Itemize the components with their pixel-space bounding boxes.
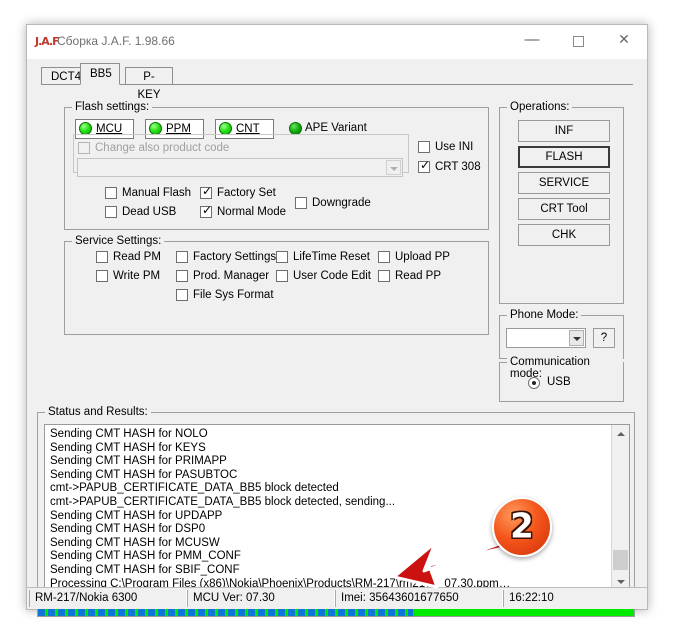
indicator-ape-variant-label: APE Variant (305, 122, 367, 134)
status-log-line: Sending CMT HASH for PRIMAPP (50, 455, 227, 468)
flash-settings-group: Flash settings: MCU PPM CNT APE Variant (64, 101, 489, 230)
user-code-edit-label: User Code Edit (293, 270, 371, 282)
user-code-edit-checkbox[interactable] (276, 270, 288, 282)
check-icon: ✓ (420, 158, 431, 172)
crt-308-label: CRT 308 (435, 161, 481, 173)
phone-mode-combo[interactable] (506, 328, 586, 348)
minimize-icon: — (524, 31, 540, 48)
service-button[interactable]: SERVICE (518, 172, 610, 194)
operations-group: Operations: INF FLASH SERVICE CRT Tool C… (499, 101, 624, 304)
inf-button[interactable]: INF (518, 120, 610, 142)
read-pp-label: Read PP (395, 270, 442, 282)
tab-bar: DCT4 BB5 P-KEY (41, 63, 633, 101)
status-cell-imei: Imei: 35643601677650 (335, 590, 503, 607)
close-button[interactable]: ✕ (601, 25, 647, 55)
write-pm-label: Write PM (113, 270, 161, 282)
normal-mode-label: Normal Mode (217, 206, 287, 218)
downgrade-label: Downgrade (312, 197, 371, 209)
tab-bb5[interactable]: BB5 (80, 63, 120, 85)
communication-mode-group: Communication mode: USB (499, 356, 624, 402)
read-pm-label: Read PM (113, 251, 161, 263)
window-title: Сборка J.A.F. 1.98.66 (57, 34, 175, 48)
use-ini-checkbox[interactable] (418, 141, 430, 153)
crt-tool-button[interactable]: CRT Tool (518, 198, 610, 220)
phone-mode-help-button[interactable]: ? (593, 328, 615, 348)
maximize-button[interactable] (555, 25, 601, 55)
change-product-code-checkbox[interactable] (78, 142, 90, 154)
phone-mode-group: Phone Mode: ? (499, 309, 624, 359)
dead-usb-checkbox[interactable] (105, 206, 117, 218)
read-pm-checkbox[interactable] (96, 251, 108, 263)
minimize-button[interactable]: — (509, 25, 555, 55)
chk-button[interactable]: CHK (518, 224, 610, 246)
chevron-down-icon (617, 580, 625, 584)
tab-dct4[interactable]: DCT4 (41, 67, 81, 85)
prod-manager-label: Prod. Manager (193, 270, 270, 282)
operations-legend: Operations: (507, 101, 573, 113)
status-log-line: Sending CMT HASH for PASUBTOC (50, 468, 238, 481)
close-icon: ✕ (618, 31, 630, 47)
lifetime-reset-label: LifeTime Reset (293, 251, 370, 263)
file-sys-format-label: File Sys Format (193, 289, 274, 301)
file-sys-format-checkbox[interactable] (176, 289, 188, 301)
chevron-down-icon[interactable] (569, 330, 584, 346)
flash-button[interactable]: FLASH (518, 146, 610, 168)
scrollbar-thumb[interactable] (613, 550, 628, 570)
factory-settings-checkbox[interactable] (176, 251, 188, 263)
step-badge-2: 2 (492, 497, 552, 557)
normal-mode-checkbox[interactable]: ✓ (200, 203, 213, 218)
factory-set-checkbox[interactable]: ✓ (200, 184, 213, 199)
manual-flash-label: Manual Flash (122, 187, 192, 199)
check-icon: ✓ (202, 184, 213, 198)
use-ini-label: Use INI (435, 141, 474, 153)
status-log-line: Sending CMT HASH for KEYS (50, 441, 206, 454)
lifetime-reset-checkbox[interactable] (276, 251, 288, 263)
status-log-line: Sending CMT HASH for NOLO (50, 428, 208, 440)
status-log-scrollbar[interactable] (611, 425, 629, 590)
title-bar: J.A.F Сборка J.A.F. 1.98.66 — ✕ (27, 25, 647, 59)
service-settings-group: Service Settings: Read PM Write PM Facto… (64, 235, 489, 335)
app-icon: J.A.F (35, 35, 60, 48)
write-pm-checkbox[interactable] (96, 270, 108, 282)
status-cell-time: 16:22:10 (503, 590, 645, 607)
phone-mode-legend: Phone Mode: (507, 309, 582, 321)
flash-settings-legend: Flash settings: (72, 101, 153, 113)
usb-radio[interactable] (528, 377, 540, 389)
tab-underline (41, 84, 633, 85)
status-cell-model: RM-217/Nokia 6300 (29, 590, 187, 607)
step-badge-number: 2 (510, 506, 534, 547)
status-results-legend: Status and Results: (45, 406, 151, 418)
upload-pp-checkbox[interactable] (378, 251, 390, 263)
radio-dot-icon (532, 381, 536, 385)
service-settings-legend: Service Settings: (72, 235, 165, 247)
status-cell-mcu-version: MCU Ver: 07.30 (187, 590, 335, 607)
manual-flash-checkbox[interactable] (105, 187, 117, 199)
dead-usb-label: Dead USB (122, 206, 177, 218)
tab-pkey[interactable]: P-KEY (125, 67, 173, 101)
chevron-down-icon[interactable] (386, 160, 401, 175)
crt-308-checkbox[interactable]: ✓ (418, 158, 431, 173)
factory-settings-label: Factory Settings (193, 251, 277, 263)
check-icon: ✓ (202, 203, 213, 217)
read-pp-checkbox[interactable] (378, 270, 390, 282)
status-log-line: cmt->PAPUB_CERTIFICATE_DATA_BB5 block de… (50, 482, 339, 495)
scroll-up-button[interactable] (612, 425, 629, 442)
usb-radio-label: USB (547, 376, 571, 388)
downgrade-checkbox[interactable] (295, 197, 307, 209)
prod-manager-checkbox[interactable] (176, 270, 188, 282)
product-code-combo[interactable] (77, 158, 403, 177)
maximize-icon (573, 36, 584, 47)
chevron-up-icon (617, 432, 625, 436)
upload-pp-label: Upload PP (395, 251, 450, 263)
change-product-code-label: Change also product code (95, 142, 230, 154)
factory-set-label: Factory Set (217, 187, 276, 199)
